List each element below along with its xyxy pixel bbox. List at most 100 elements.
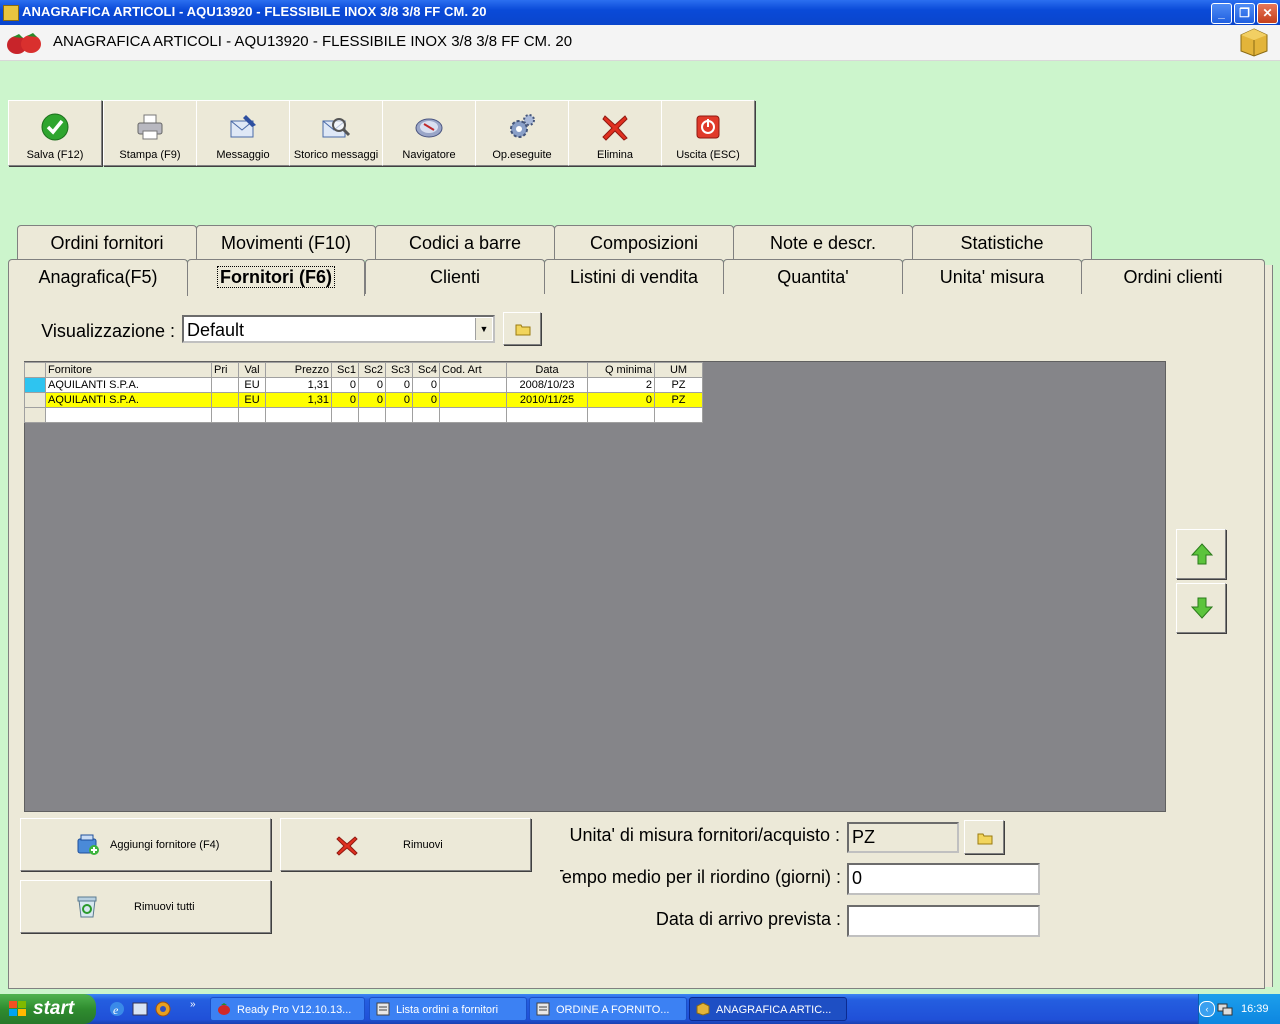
cell-sc4[interactable]: 0 [412, 377, 440, 393]
quicklaunch-icon[interactable] [131, 1000, 149, 1018]
tempo-riordino-input[interactable]: 0 [847, 863, 1040, 895]
cell-pri[interactable] [211, 392, 239, 408]
cell-val[interactable]: EU [238, 377, 266, 393]
chevron-down-icon[interactable]: ▼ [475, 318, 492, 340]
ie-icon[interactable]: e [108, 1000, 126, 1018]
cell-prezzo[interactable]: 1,31 [265, 392, 332, 408]
quicklaunch-expand-icon[interactable]: » [190, 999, 196, 1010]
um-field[interactable]: PZ [847, 822, 959, 853]
cell-data[interactable]: 2010/11/25 [506, 392, 588, 408]
move-up-button[interactable] [1176, 529, 1226, 579]
empty-cell[interactable] [587, 407, 655, 423]
empty-cell[interactable] [506, 407, 588, 423]
cell-sc3[interactable]: 0 [385, 392, 413, 408]
empty-cell[interactable] [385, 407, 413, 423]
tab-statistiche[interactable]: Statistiche [912, 225, 1092, 260]
col-header[interactable]: Sc4 [412, 362, 440, 378]
tray-expand-icon[interactable]: ‹ [1199, 1001, 1215, 1017]
tab-listini-di-vendita[interactable]: Listini di vendita [544, 259, 724, 294]
suppliers-grid-area[interactable] [24, 361, 1166, 812]
row-indicator[interactable] [24, 392, 46, 408]
col-header[interactable]: Pri [211, 362, 239, 378]
cell-sc2[interactable]: 0 [358, 392, 386, 408]
empty-cell[interactable] [238, 407, 266, 423]
tab-note-descr[interactable]: Note e descr. [733, 225, 913, 260]
col-header[interactable]: Cod. Art [439, 362, 507, 378]
tab-clienti[interactable]: Clienti [365, 259, 545, 294]
row-indicator[interactable] [24, 407, 46, 423]
tab-fornitori[interactable]: Fornitori (F6) [187, 259, 365, 296]
tab-ordini-clienti[interactable]: Ordini clienti [1081, 259, 1265, 294]
tab-codici-a-barre[interactable]: Codici a barre [375, 225, 555, 260]
col-header[interactable]: Sc2 [358, 362, 386, 378]
tab-quantita[interactable]: Quantita' [723, 259, 903, 294]
operations-done-button[interactable]: Op.eseguite [475, 100, 569, 166]
col-header[interactable]: Sc3 [385, 362, 413, 378]
navigator-button[interactable]: Navigatore [382, 100, 476, 166]
remove-button[interactable]: Rimuovi [280, 818, 531, 871]
cell-prezzo[interactable]: 1,31 [265, 377, 332, 393]
data-arrivo-input[interactable] [847, 905, 1040, 937]
col-header[interactable]: UM [654, 362, 703, 378]
table-row-empty[interactable] [24, 407, 703, 423]
cell-q-minima[interactable]: 2 [587, 377, 655, 393]
col-header[interactable]: Q minima [587, 362, 655, 378]
print-button[interactable]: Stampa (F9) [103, 100, 197, 166]
cell-data[interactable]: 2008/10/23 [506, 377, 588, 393]
col-header[interactable]: Data [506, 362, 588, 378]
taskbar-item-lista-ordini[interactable]: Lista ordini a fornitori [369, 997, 527, 1021]
empty-cell[interactable] [211, 407, 239, 423]
cell-sc1[interactable]: 0 [331, 377, 359, 393]
empty-cell[interactable] [45, 407, 212, 423]
tab-movimenti[interactable]: Movimenti (F10) [196, 225, 376, 260]
cell-sc2[interactable]: 0 [358, 377, 386, 393]
visualizzazione-folder-button[interactable] [503, 312, 541, 345]
close-button[interactable]: ✕ [1257, 3, 1278, 24]
suppliers-grid[interactable]: Fornitore Pri Val Prezzo Sc1 Sc2 Sc3 Sc4… [24, 362, 703, 423]
cell-cod-art[interactable] [439, 392, 507, 408]
cell-um[interactable]: PZ [654, 392, 703, 408]
cell-cod-art[interactable] [439, 377, 507, 393]
empty-cell[interactable] [412, 407, 440, 423]
cell-q-minima[interactable]: 0 [587, 392, 655, 408]
cell-sc3[interactable]: 0 [385, 377, 413, 393]
taskbar-item-anagrafica[interactable]: ANAGRAFICA ARTIC... [689, 997, 847, 1021]
tab-anagrafica[interactable]: Anagrafica(F5) [8, 259, 188, 294]
table-row[interactable]: AQUILANTI S.P.A. EU 1,31 0 0 0 0 2008/10… [24, 377, 703, 393]
cell-fornitore[interactable]: AQUILANTI S.P.A. [45, 377, 212, 393]
col-header[interactable]: Sc1 [331, 362, 359, 378]
message-button[interactable]: Messaggio [196, 100, 290, 166]
cell-um[interactable]: PZ [654, 377, 703, 393]
taskbar-item-ordine-fornitore[interactable]: ORDINE A FORNITO... [529, 997, 687, 1021]
remove-all-button[interactable]: Rimuovi tutti [20, 880, 271, 933]
tab-ordini-fornitori[interactable]: Ordini fornitori [17, 225, 197, 260]
empty-cell[interactable] [331, 407, 359, 423]
message-history-button[interactable]: Storico messaggi [289, 100, 383, 166]
taskbar-item-ready-pro[interactable]: Ready Pro V12.10.13... [210, 997, 365, 1021]
exit-button[interactable]: Uscita (ESC) [661, 100, 755, 166]
col-header[interactable]: Fornitore [45, 362, 212, 378]
cell-sc4[interactable]: 0 [412, 392, 440, 408]
restore-button[interactable]: ❐ [1234, 3, 1255, 24]
empty-cell[interactable] [654, 407, 703, 423]
save-button[interactable]: Salva (F12) [8, 100, 102, 166]
browser-icon[interactable] [154, 1000, 172, 1018]
empty-cell[interactable] [358, 407, 386, 423]
visualizzazione-select[interactable]: Default ▼ [182, 315, 495, 343]
empty-cell[interactable] [265, 407, 332, 423]
window-titlebar[interactable]: ANAGRAFICA ARTICOLI - AQU13920 - FLESSIB… [0, 0, 1280, 25]
cell-fornitore[interactable]: AQUILANTI S.P.A. [45, 392, 212, 408]
minimize-button[interactable]: _ [1211, 3, 1232, 24]
tab-unita-misura[interactable]: Unita' misura [902, 259, 1082, 294]
move-down-button[interactable] [1176, 583, 1226, 633]
um-folder-button[interactable] [964, 820, 1004, 854]
col-header[interactable]: Prezzo [265, 362, 332, 378]
tab-composizioni[interactable]: Composizioni [554, 225, 734, 260]
start-button[interactable]: start [0, 994, 96, 1024]
network-icon[interactable] [1217, 1001, 1233, 1017]
cell-pri[interactable] [211, 377, 239, 393]
row-indicator[interactable] [24, 377, 46, 393]
cell-sc1[interactable]: 0 [331, 392, 359, 408]
empty-cell[interactable] [439, 407, 507, 423]
cell-val[interactable]: EU [238, 392, 266, 408]
